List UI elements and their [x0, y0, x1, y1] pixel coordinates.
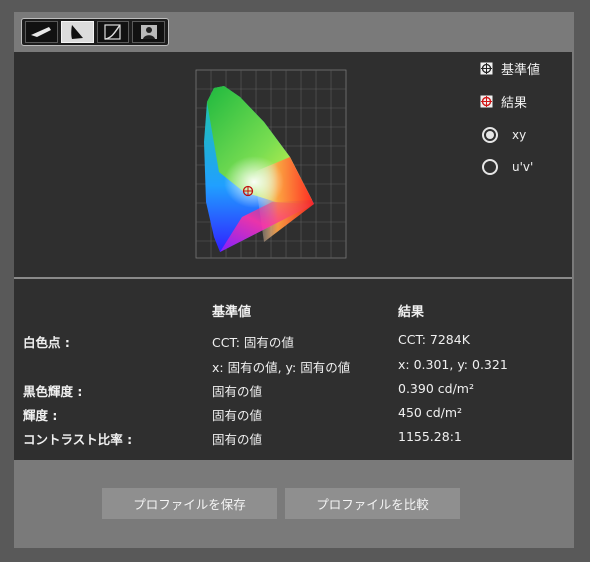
luminance-label: 輝度 : [23, 408, 58, 423]
gamma-tab[interactable] [96, 21, 130, 43]
radio-uv[interactable]: u'v' [482, 156, 540, 178]
chromaticity-diagram-area: 基準値 結果 xy u'v' [14, 52, 572, 278]
save-profile-button[interactable]: プロファイルを保存 [102, 488, 277, 519]
contrast-result-value: 1155.28:1 [398, 429, 462, 444]
cct-target-value: CCT: 固有の値 [212, 335, 294, 350]
radio-xy[interactable]: xy [482, 124, 540, 146]
black-luminance-label: 黒色輝度 : [23, 384, 83, 399]
white-point-label: 白色点 : [23, 335, 70, 350]
gamut-tab[interactable] [60, 21, 94, 43]
compare-profile-button[interactable]: プロファイルを比較 [285, 488, 460, 519]
gamma-curve-icon [104, 24, 121, 40]
section-divider [14, 277, 572, 279]
black-target-value: 固有の値 [212, 384, 263, 399]
xy-target-value: x: 固有の値, y: 固有の値 [212, 360, 351, 375]
results-panel: 基準値 結果 xy u'v' 基準値 結果 白色点: CCT: 固有の値 CC… [14, 52, 572, 460]
view-toolbar [21, 18, 169, 46]
portrait-icon [140, 25, 157, 39]
chart-legend: 基準値 結果 xy u'v' [480, 58, 540, 188]
calibration-tab[interactable] [25, 21, 58, 43]
radio-uv-circle[interactable] [482, 159, 498, 175]
crosshair-square-icon [480, 62, 493, 75]
legend-target-label: 基準値 [501, 62, 541, 78]
result-marker [242, 185, 254, 197]
column-header-target: 基準値 [212, 305, 252, 320]
contrast-ratio-label: コントラスト比率 : [23, 432, 133, 447]
legend-target: 基準値 [480, 58, 540, 78]
luminance-result-value: 450 cd/m² [398, 405, 463, 420]
contrast-target-value: 固有の値 [212, 432, 263, 447]
cct-result-value: CCT: 7284K [398, 332, 470, 347]
luminance-target-value: 固有の値 [212, 408, 263, 423]
monitor-wedge-icon [31, 27, 52, 37]
black-result-value: 0.390 cd/m² [398, 381, 474, 396]
portrait-tab[interactable] [132, 21, 165, 43]
legend-result: 結果 [480, 91, 540, 111]
crosshair-circle-icon [480, 95, 493, 108]
column-header-result: 結果 [398, 305, 425, 320]
legend-result-label: 結果 [501, 95, 528, 111]
radio-uv-label: u'v' [512, 160, 534, 174]
xy-result-value: x: 0.301, y: 0.321 [398, 357, 508, 372]
radio-xy-label: xy [512, 128, 527, 142]
profile-window: 基準値 結果 xy u'v' 基準値 結果 白色点: CCT: 固有の値 CC… [14, 12, 574, 548]
gamut-triangle-icon [71, 25, 84, 39]
radio-xy-circle[interactable] [482, 127, 498, 143]
